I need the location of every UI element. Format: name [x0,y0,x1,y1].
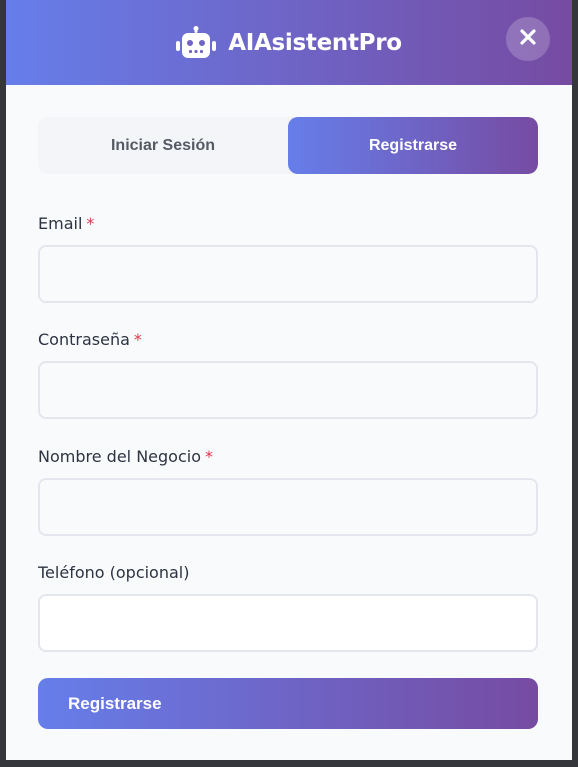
register-modal: AIAsistentPro Iniciar Sesión Registrarse… [6,0,572,760]
business-name-label-text: Nombre del Negocio [38,447,201,466]
close-icon [519,28,537,51]
register-submit-button[interactable]: Registrarse [38,678,538,729]
business-name-label: Nombre del Negocio * [38,447,213,466]
app-title: AIAsistentPro [228,29,402,56]
phone-field[interactable] [38,594,538,652]
email-field[interactable] [38,245,538,303]
close-button[interactable] [506,17,550,61]
email-label-text: Email [38,214,83,233]
password-label: Contraseña * [38,330,142,349]
password-field[interactable] [38,361,538,419]
required-mark: * [133,330,142,349]
modal-header: AIAsistentPro [6,0,572,85]
required-mark: * [86,214,95,233]
phone-label-text: Teléfono (opcional) [38,563,190,582]
tab-login[interactable]: Iniciar Sesión [38,117,288,174]
email-label: Email * [38,214,94,233]
required-mark: * [204,447,213,466]
phone-label: Teléfono (opcional) [38,563,189,582]
business-name-field[interactable] [38,478,538,536]
robot-icon [176,25,217,60]
auth-tabs: Iniciar Sesión Registrarse [38,117,538,174]
password-label-text: Contraseña [38,330,130,349]
brand: AIAsistentPro [6,0,572,85]
tab-register[interactable]: Registrarse [288,117,538,174]
